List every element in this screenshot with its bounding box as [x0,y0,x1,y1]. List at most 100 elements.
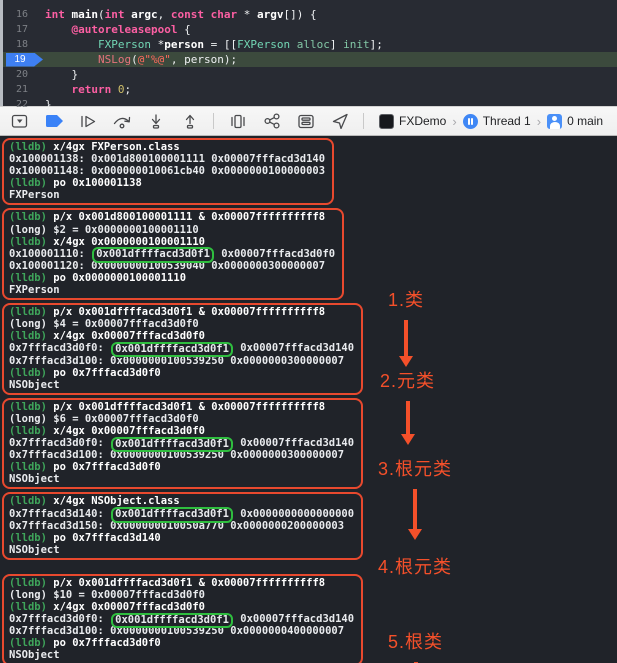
console-token: (lldb) [9,637,54,650]
code-token: ( [98,8,105,21]
code-editor[interactable]: 16 int main(int argc, const char * argv[]… [0,0,617,111]
continue-icon[interactable] [77,112,98,130]
console-blocks: (lldb) x/4gx FXPerson.class 0x100001138: … [2,138,617,663]
console-line: (long) $10 = 0x00007fffacd3d0f0 [9,589,354,601]
breadcrumb-frame[interactable]: 0 main [547,113,604,129]
code-line: 22} [3,97,617,112]
code-token: ] [329,38,344,51]
console-line: (lldb) po 0x100001138 [9,177,325,189]
console-line: 0x100001138: 0x001d800100001111 0x00007f… [9,153,325,165]
isa-highlight: 0x001dffffacd3d0f1 [92,247,214,263]
code-token: FXPerson [97,38,151,51]
line-number: 18 [15,39,28,50]
code-token: NSLog [97,53,132,66]
console-token: (long) $10 = 0x00007fffacd3d0f0 [9,589,205,601]
console-line: (lldb) po 0x7fffacd3d0f0 [9,637,354,649]
console-line: (long) $6 = 0x00007fffacd3d0f0 [9,413,354,425]
console-line: FXPerson [9,284,335,296]
code-text: FXPerson *person = [[FXPerson alloc] ini… [39,37,383,52]
code-token: []) { [283,8,317,21]
lldb-block: (lldb) x/4gx NSObject.class 0x7fffacd3d14… [2,492,364,560]
console-token: FXPerson [9,284,60,297]
code-token: FXPerson [237,38,291,51]
line-number: 21 [15,84,28,95]
console-line: (lldb) p/x 0x001dffffacd3d0f1 & 0x00007f… [9,577,354,589]
line-number: 22 [15,99,28,110]
code-text: } [39,67,78,82]
lldb-block: (lldb) p/x 0x001dffffacd3d0f1 & 0x00007f… [2,303,364,395]
console-token: (lldb) [9,424,54,437]
line-number: 20 [15,69,28,80]
code-token: ; [124,83,132,96]
console-token: po 0x7fffacd3d0f0 [53,366,161,379]
code-token: , [157,8,171,21]
code-line: 1919 NSLog(@"%@", person); [3,52,617,67]
console-token: (lldb) [9,330,54,343]
hide-debug-area-icon[interactable] [9,112,30,130]
code-token: int [104,8,125,21]
console-token: (lldb) [9,177,54,190]
step-over-icon[interactable] [111,112,132,130]
console-token: NSObject [9,378,60,391]
line-number: 16 [15,9,28,20]
console-token: (lldb) [9,366,54,379]
console-line: (lldb) p/x 0x001dffffacd3d0f1 & 0x00007f… [9,401,354,413]
console-token: FXPerson [9,189,60,202]
console-line: (lldb) po 0x7fffacd3d0f0 [9,461,354,473]
debug-console[interactable]: (lldb) x/4gx FXPerson.class 0x100001138: … [0,136,617,663]
console-token: 0x00007fffacd3d140 [233,437,355,450]
toolbar-separator [363,113,364,129]
breadcrumb-process[interactable]: FXDemo [379,113,447,129]
console-token: 0x00007fffacd3d140 [233,342,355,355]
step-out-icon[interactable] [179,112,200,130]
code-token: * [237,8,257,21]
environment-overrides-icon[interactable] [295,112,316,130]
console-line: (lldb) po 0x7fffacd3d140 [9,532,354,544]
console-token: 0x7fffacd3d0f0: [9,342,111,355]
memory-graph-icon[interactable] [261,112,282,130]
console-token: 0x7fffacd3d140: [9,507,111,520]
console-token: x/4gx 0x0000000100001110 [53,235,205,248]
code-token: @"%@" [137,53,171,66]
isa-highlight: 0x001dffffacd3d0f1 [111,436,233,453]
console-line: 0x100001148: 0x000000010061cb40 0x000000… [9,165,325,177]
console-token: 0x00007fffacd3d140 [233,613,355,626]
lldb-block: (lldb) p/x 0x001dffffacd3d0f1 & 0x00007f… [2,397,364,490]
console-line: (lldb) x/4gx 0x00007fffacd3d0f0 [9,425,354,437]
breakpoint-marker[interactable]: 19 [6,52,43,67]
breakpoints-toggle-icon[interactable] [43,112,64,130]
breadcrumb-frame-label: 0 main [567,114,604,128]
console-token: (lldb) [9,601,54,614]
console-token: 0x7fffacd3d0f0: [9,613,111,626]
console-line: NSObject [9,379,354,391]
code-line: 20 } [3,67,617,82]
console-line: (lldb) po 0x7fffacd3d0f0 [9,367,354,379]
console-line: 0x7fffacd3d0f0: 0x001dffffacd3d0f1 0x000… [9,612,355,629]
console-token: (lldb) [9,141,54,153]
debug-breadcrumb: FXDemo › Thread 1 › 0 main [379,113,604,129]
breadcrumb-process-label: FXDemo [399,114,447,128]
toolbar-separator [213,113,214,129]
code-token: person [164,38,204,51]
code-line: 21 return 0; [3,82,617,97]
breadcrumb-thread[interactable]: Thread 1 [462,113,531,129]
console-token: 0x100001148: 0x000000010061cb40 0x000000… [9,165,326,178]
code-token: 0 [117,83,125,96]
console-token: (lldb) [9,400,54,413]
code-token: = [[ [203,38,238,51]
code-line: 16 int main(int argc, const char * argv[]… [3,7,617,22]
code-token: } [45,98,52,111]
debug-view-hierarchy-icon[interactable] [227,112,248,130]
code-token: ( [131,53,138,66]
simulate-location-icon[interactable] [329,112,350,130]
step-into-icon[interactable] [145,112,166,130]
line-number: 17 [15,24,28,35]
console-token: (lldb) [9,271,54,284]
code-token: } [45,68,79,81]
console-token: p/x 0x001d800100001111 & 0x00007ffffffff… [53,211,326,224]
console-line: (lldb) p/x 0x001d800100001111 & 0x00007f… [9,211,335,223]
